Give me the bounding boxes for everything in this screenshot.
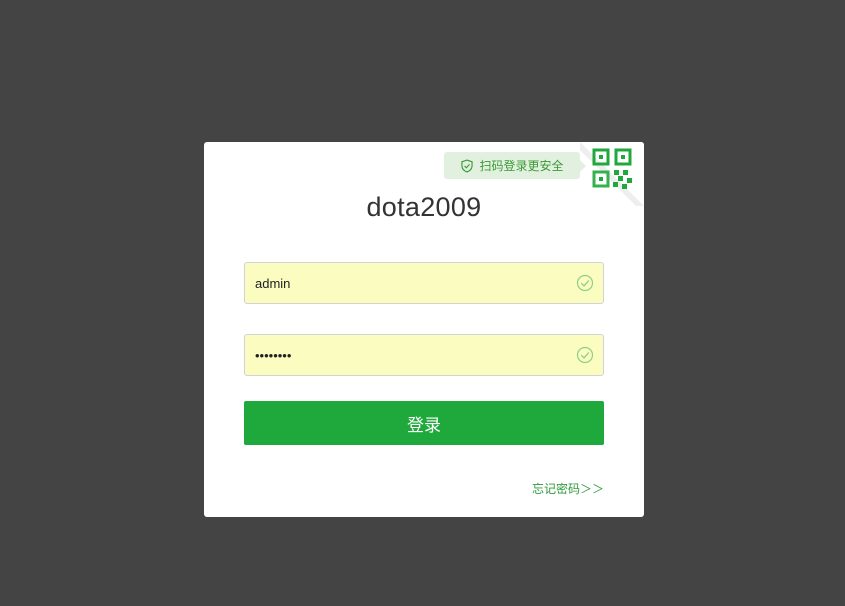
qr-login-tip: 扫码登录更安全 [444,152,586,179]
login-button[interactable]: 登录 [244,401,604,445]
shield-check-icon [461,158,474,173]
check-circle-icon [576,346,594,364]
password-input[interactable] [255,335,565,375]
qr-tip-label: 扫码登录更安全 [479,159,564,173]
password-field-wrapper [244,334,604,376]
login-card: 扫码登录更安全 dota2009 登录 [204,142,644,517]
username-input[interactable] [255,263,565,303]
check-circle-icon [576,274,594,292]
username-field-wrapper [244,262,604,304]
forgot-password-link[interactable]: 忘记密码＞＞ [532,480,604,497]
site-title: dota2009 [366,192,482,222]
